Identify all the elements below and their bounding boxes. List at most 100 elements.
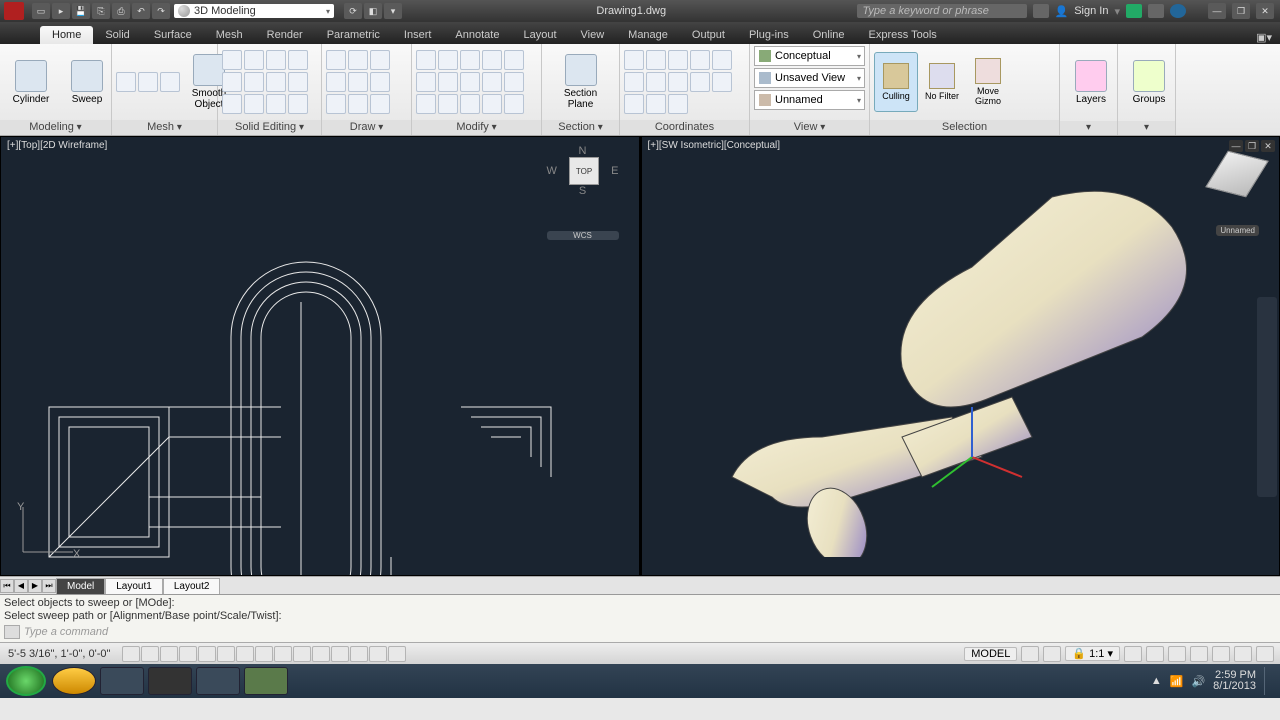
tab-solid[interactable]: Solid — [93, 26, 141, 44]
draw-tool[interactable] — [348, 94, 368, 114]
se-tool[interactable] — [266, 94, 286, 114]
qat-ext1-icon[interactable]: ⟳ — [344, 3, 362, 19]
se-tool[interactable] — [244, 94, 264, 114]
draw-tool[interactable] — [370, 72, 390, 92]
exchange-icon[interactable] — [1126, 4, 1142, 18]
status-toggle[interactable] — [236, 646, 254, 662]
taskbar-chrome[interactable] — [52, 667, 96, 695]
panel-section-title[interactable]: Section ▾ — [542, 120, 619, 135]
tab-layout2[interactable]: Layout2 — [163, 578, 221, 594]
saved-view-select[interactable]: Unsaved View — [754, 68, 865, 88]
status-toggle[interactable] — [350, 646, 368, 662]
coord-tool[interactable] — [668, 72, 688, 92]
mod-tool[interactable] — [504, 94, 524, 114]
coord-tool[interactable] — [712, 72, 732, 92]
status-toggle[interactable] — [388, 646, 406, 662]
qat-ext3-icon[interactable]: ▾ — [384, 3, 402, 19]
space-toggle[interactable]: MODEL — [964, 647, 1017, 661]
viewcube-2d[interactable]: N WTOPE S WCS — [547, 145, 619, 245]
se-tool[interactable] — [222, 50, 242, 70]
tab-nav-next[interactable]: ▶ — [28, 579, 42, 593]
mod-tool[interactable] — [438, 72, 458, 92]
coord-tool[interactable] — [668, 50, 688, 70]
coord-tool[interactable] — [624, 94, 644, 114]
wcs-label[interactable]: WCS — [547, 231, 619, 240]
mod-tool[interactable] — [504, 72, 524, 92]
tab-manage[interactable]: Manage — [616, 26, 680, 44]
tab-view[interactable]: View — [569, 26, 617, 44]
visual-style-select[interactable]: Conceptual — [754, 46, 865, 66]
coord-tool[interactable] — [690, 50, 710, 70]
status-toggle[interactable] — [141, 646, 159, 662]
draw-tool[interactable] — [348, 50, 368, 70]
panel-view-title[interactable]: View ▾ — [750, 120, 869, 135]
mod-tool[interactable] — [482, 94, 502, 114]
status-toggle[interactable] — [255, 646, 273, 662]
mod-tool[interactable] — [416, 50, 436, 70]
status-icon[interactable] — [1124, 646, 1142, 662]
cylinder-button[interactable]: Cylinder — [4, 58, 58, 107]
draw-tool[interactable] — [326, 94, 346, 114]
app-icon[interactable] — [4, 2, 24, 20]
mod-tool[interactable] — [504, 50, 524, 70]
mesh-tool[interactable] — [160, 72, 180, 92]
panel-coords-title[interactable]: Coordinates — [620, 120, 749, 135]
status-toggle[interactable] — [160, 646, 178, 662]
mod-tool[interactable] — [416, 94, 436, 114]
status-icon[interactable] — [1146, 646, 1164, 662]
se-tool[interactable] — [222, 72, 242, 92]
se-tool[interactable] — [222, 94, 242, 114]
status-toggle[interactable] — [198, 646, 216, 662]
command-prompt-icon[interactable] — [4, 625, 20, 639]
status-icon[interactable] — [1256, 646, 1274, 662]
tab-surface[interactable]: Surface — [142, 26, 204, 44]
se-tool[interactable] — [288, 94, 308, 114]
command-input[interactable]: Type a command — [24, 626, 1276, 638]
coord-tool[interactable] — [712, 50, 732, 70]
mod-tool[interactable] — [438, 50, 458, 70]
layers-button[interactable]: Layers — [1064, 58, 1118, 107]
draw-tool[interactable] — [326, 50, 346, 70]
minimize-icon[interactable]: — — [1208, 3, 1226, 19]
tab-insert[interactable]: Insert — [392, 26, 444, 44]
tab-nav-last[interactable]: ⏭ — [42, 579, 56, 593]
ucs-select[interactable]: Unnamed — [754, 90, 865, 110]
vp-right-label[interactable]: [+][SW Isometric][Conceptual] — [648, 140, 781, 151]
qat-new-icon[interactable]: ▭ — [32, 3, 50, 19]
status-icon[interactable] — [1234, 646, 1252, 662]
panel-mesh-title[interactable]: Mesh ▾ — [112, 120, 217, 135]
status-icon[interactable] — [1190, 646, 1208, 662]
taskbar-camtasia[interactable] — [244, 667, 288, 695]
mesh-tool[interactable] — [138, 72, 158, 92]
start-button[interactable] — [6, 666, 46, 696]
panel-draw-title[interactable]: Draw ▾ — [322, 120, 411, 135]
filter-button[interactable]: No Filter — [920, 52, 964, 112]
anno-scale[interactable]: 🔒 1:1 ▾ — [1065, 646, 1120, 661]
taskbar-app[interactable] — [196, 667, 240, 695]
close-icon[interactable]: ✕ — [1256, 3, 1274, 19]
se-tool[interactable] — [288, 72, 308, 92]
draw-tool[interactable] — [348, 72, 368, 92]
qat-saveas-icon[interactable]: ⎘ — [92, 3, 110, 19]
mesh-tool[interactable] — [116, 72, 136, 92]
tab-home[interactable]: Home — [40, 26, 93, 44]
tab-nav-prev[interactable]: ◀ — [14, 579, 28, 593]
tray-clock[interactable]: 2:59 PM8/1/2013 — [1213, 670, 1256, 692]
status-icon[interactable] — [1212, 646, 1230, 662]
help-icon[interactable] — [1170, 4, 1186, 18]
mod-tool[interactable] — [438, 94, 458, 114]
tab-online[interactable]: Online — [801, 26, 857, 44]
vp-minimize-icon[interactable]: — — [1229, 140, 1243, 152]
navigation-bar[interactable] — [1257, 297, 1277, 497]
se-tool[interactable] — [244, 72, 264, 92]
mod-tool[interactable] — [416, 72, 436, 92]
qat-save-icon[interactable]: 💾 — [72, 3, 90, 19]
panel-modeling-title[interactable]: Modeling ▾ — [0, 120, 111, 135]
status-toggle[interactable] — [312, 646, 330, 662]
viewport-left[interactable]: [+][Top][2D Wireframe] N WTOPE S WCS — [0, 136, 640, 576]
status-toggle[interactable] — [369, 646, 387, 662]
mod-tool[interactable] — [482, 50, 502, 70]
viewcube-ucs-label[interactable]: Unnamed — [1216, 225, 1259, 236]
search-input[interactable]: Type a keyword or phrase — [857, 4, 1027, 18]
show-desktop-button[interactable] — [1264, 667, 1272, 695]
